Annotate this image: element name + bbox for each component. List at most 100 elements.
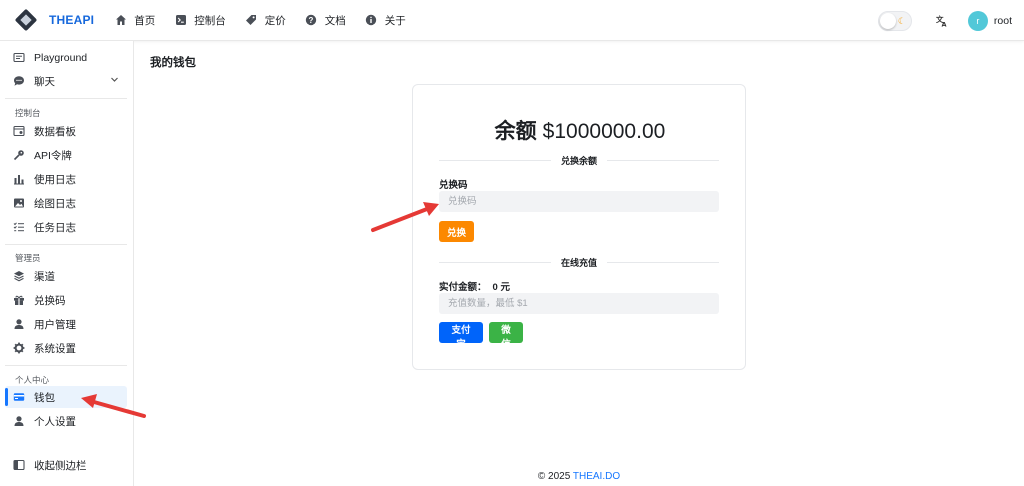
redeem-button[interactable]: 兑换 xyxy=(439,221,474,242)
redeem-code-input[interactable] xyxy=(439,191,719,212)
sidebar-item-label: 系统设置 xyxy=(34,342,76,355)
sidebar-item-label: 聊天 xyxy=(34,75,55,88)
nav-about[interactable]: 关于 xyxy=(365,13,406,28)
nav-console[interactable]: 控制台 xyxy=(174,13,226,28)
alipay-button[interactable]: 支付宝 xyxy=(439,322,483,350)
sidebar-item-wallet[interactable]: 钱包 xyxy=(5,386,127,408)
key-icon xyxy=(13,149,25,161)
sidebar-item-api-tokens[interactable]: API令牌 xyxy=(5,144,127,166)
sidebar-item-label: 用户管理 xyxy=(34,318,76,331)
chat-square-icon xyxy=(13,52,25,64)
nav-pricing[interactable]: 定价 xyxy=(245,13,286,28)
footer-copyright: © 2025 xyxy=(537,471,571,482)
nav-docs[interactable]: ? 文档 xyxy=(305,13,346,28)
balance-value: $1000000.00 xyxy=(542,120,666,143)
sidebar-item-redeem-codes[interactable]: 兑换码 xyxy=(5,289,127,311)
theme-toggle[interactable]: ☾ xyxy=(877,10,912,31)
redeem-section-title: 兑换余额 xyxy=(561,155,598,166)
sidebar-divider xyxy=(5,365,127,366)
sidebar-item-dashboard[interactable]: 数据看板 xyxy=(5,120,127,142)
bar-chart-icon xyxy=(13,173,25,185)
nav-pricing-label: 定价 xyxy=(264,14,286,27)
page-title: 我的钱包 xyxy=(150,57,196,69)
gift-icon xyxy=(13,294,25,306)
sidebar-item-usage-logs[interactable]: 使用日志 xyxy=(5,168,127,190)
topup-amount-input[interactable] xyxy=(439,293,719,314)
avatar[interactable]: r xyxy=(967,10,988,31)
nav-docs-label: 文档 xyxy=(324,14,346,27)
top-nav: 首页 控制台 定价 ? 文档 关于 xyxy=(114,13,425,28)
redeem-section-divider: 兑换余额 xyxy=(439,154,720,166)
chevron-down-icon xyxy=(110,75,119,86)
brand-name: THEAPI xyxy=(49,13,95,27)
user-settings-icon xyxy=(13,415,25,427)
sidebar-item-personal-settings[interactable]: 个人设置 xyxy=(5,410,127,432)
sidebar-divider xyxy=(5,244,127,245)
sidebar-item-label: 钱包 xyxy=(34,391,55,404)
layers-icon xyxy=(13,270,25,282)
sidebar-divider xyxy=(5,98,127,99)
sidebar-item-label: Playground xyxy=(34,52,88,64)
sidebar-item-drawing-logs[interactable]: 绘图日志 xyxy=(5,192,127,214)
section-title-admin: 管理员 xyxy=(15,253,41,263)
sidebar-item-user-management[interactable]: 用户管理 xyxy=(5,313,127,335)
info-icon xyxy=(365,14,378,27)
moon-icon: ☾ xyxy=(897,15,906,26)
translate-icon[interactable]: 文A xyxy=(934,13,950,29)
header-right: ☾ 文A r root xyxy=(877,0,1014,41)
nav-home[interactable]: 首页 xyxy=(114,13,155,28)
terminal-icon xyxy=(174,14,187,27)
sidebar-item-task-logs[interactable]: 任务日志 xyxy=(5,216,127,238)
pay-amount: 实付金额： 0 元 xyxy=(439,279,510,293)
svg-text:?: ? xyxy=(309,16,314,25)
sidebar-item-system-settings[interactable]: 系统设置 xyxy=(5,337,127,359)
footer-link[interactable]: THEAI.DO xyxy=(573,471,620,482)
chat-bubble-icon xyxy=(13,75,25,87)
sidebar: Playground 聊天 控制台 数据看板 API令牌 使用日志 绘图日志 任… xyxy=(0,41,134,486)
nav-home-label: 首页 xyxy=(134,14,156,27)
collapse-sidebar-label: 收起侧边栏 xyxy=(34,459,87,472)
topup-section-divider: 在线充值 xyxy=(439,256,720,268)
credit-card-icon xyxy=(13,391,25,403)
tag-icon xyxy=(245,14,258,27)
footer: © 2025 THEAI.DO xyxy=(134,471,1024,482)
task-list-icon xyxy=(13,221,25,233)
toggle-knob xyxy=(879,12,896,29)
wallet-card: 余额$1000000.00 兑换余额 兑换码 兑换 在线充值 实付金额：0 元 … xyxy=(412,84,746,370)
svg-text:A: A xyxy=(942,21,947,28)
sidebar-collapse-icon xyxy=(13,459,25,471)
redeem-code-label: 兑换码 xyxy=(439,180,468,191)
top-header: THEAPI 首页 控制台 定价 ? 文档 关于 ☾ 文 A r root xyxy=(0,0,1024,41)
nav-console-label: 控制台 xyxy=(194,14,226,27)
sidebar-item-label: API令牌 xyxy=(34,149,72,162)
sidebar-item-label: 使用日志 xyxy=(34,173,76,186)
sidebar-item-label: 数据看板 xyxy=(34,125,76,138)
section-title-console: 控制台 xyxy=(15,108,41,118)
pay-amount-value: 0 元 xyxy=(492,282,510,293)
sidebar-item-label: 渠道 xyxy=(34,270,55,283)
sidebar-item-label: 个人设置 xyxy=(34,415,76,428)
brand[interactable]: THEAPI xyxy=(14,8,95,32)
dashboard-icon xyxy=(13,125,25,137)
sidebar-item-label: 绘图日志 xyxy=(34,197,76,210)
balance-label: 余额 xyxy=(494,120,537,143)
sidebar-item-chat[interactable]: 聊天 xyxy=(5,70,127,92)
topup-section-title: 在线充值 xyxy=(561,257,598,268)
help-icon: ? xyxy=(305,14,318,27)
home-icon xyxy=(114,14,127,27)
username[interactable]: root xyxy=(994,15,1012,27)
wechat-pay-button[interactable]: 微信 xyxy=(489,322,523,350)
logo-icon xyxy=(14,8,38,32)
sidebar-item-label: 兑换码 xyxy=(34,294,66,307)
image-icon xyxy=(13,197,25,209)
sidebar-item-playground[interactable]: Playground xyxy=(5,47,127,69)
user-icon xyxy=(13,318,25,330)
balance-display: 余额 $1000000.00 xyxy=(413,115,747,145)
sidebar-item-label: 任务日志 xyxy=(34,221,76,234)
sidebar-item-channels[interactable]: 渠道 xyxy=(5,265,127,287)
section-title-personal: 个人中心 xyxy=(15,375,50,385)
gear-icon xyxy=(13,342,25,354)
collapse-sidebar-button[interactable]: 收起侧边栏 xyxy=(5,454,127,476)
nav-about-label: 关于 xyxy=(384,14,406,27)
pay-amount-label: 实付金额： xyxy=(439,282,487,293)
